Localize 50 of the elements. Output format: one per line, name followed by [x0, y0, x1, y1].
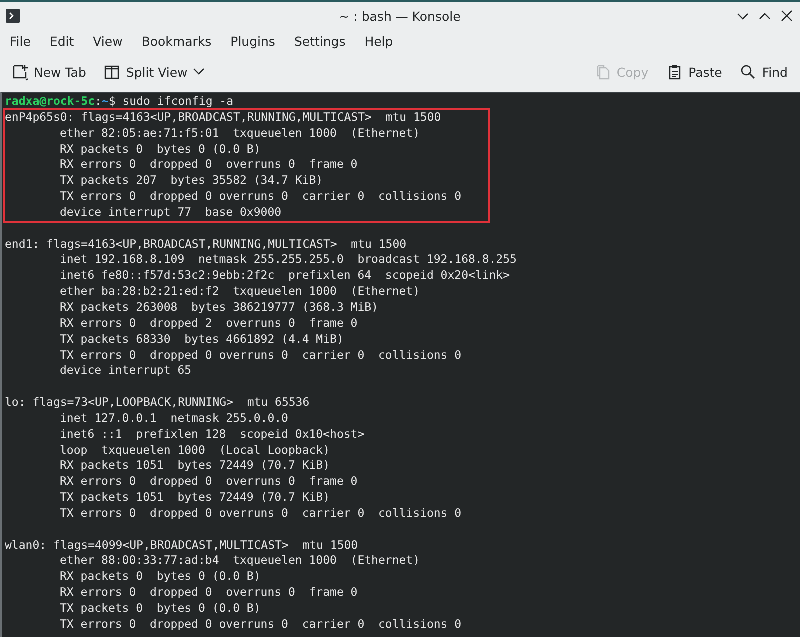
- terminal-line: end1: flags=4163<UP,BROADCAST,RUNNING,MULTICAST> mtu 1500: [5, 236, 407, 252]
- terminal-line: TX errors 0 dropped 0 overruns 0 carrier 0 collisions 0: [59, 506, 462, 522]
- terminal-line: ether 82:05:ae:71:f5:01 txqueuelen 1000 (Ethernet): [59, 126, 420, 142]
- terminal-line: TX packets 68330 bytes 4661892 (4.4 MiB): [59, 332, 344, 348]
- terminal-line: TX errors 0 dropped 0 overruns 0 carrier 0 collisions 0: [59, 189, 462, 205]
- search-icon: [740, 64, 758, 80]
- terminal-icon: [6, 9, 20, 23]
- search-button[interactable]: Find: [736, 60, 792, 84]
- close-button[interactable]: [780, 9, 794, 23]
- terminal-line: inet 192.168.8.109 netmask 255.255.255.0 broadcast 192.168.8.255: [59, 252, 517, 268]
- split-view-icon: [104, 64, 122, 80]
- newtab-button[interactable]: New Tab: [8, 60, 90, 84]
- menu-item[interactable]: Settings: [288, 34, 352, 48]
- terminal-line: inet6 fe80::f57d:53c2:9ebb:2f2c prefixlen 64 scopeid 0x20<link>: [59, 268, 510, 284]
- terminal-line: inet6 ::1 prefixlen 128 scopeid 0x10<host>: [59, 426, 365, 443]
- terminal-line: RX packets 263008 bytes 386219777 (368.3 MiB): [59, 300, 378, 316]
- terminal-line: device interrupt 77 base 0x9000: [59, 204, 282, 221]
- terminal-line: TX packets 0 bytes 0 (0.0 B): [59, 601, 261, 617]
- paste-button[interactable]: Paste: [662, 60, 726, 84]
- menu-item[interactable]: Help: [358, 34, 400, 48]
- split-button[interactable]: Split View: [100, 60, 209, 84]
- menu-item[interactable]: View: [87, 34, 129, 48]
- copy-icon: [594, 64, 612, 80]
- menu-item[interactable]: Plugins: [224, 34, 282, 48]
- terminal-line: RX packets 1051 bytes 72449 (70.7 KiB): [59, 458, 330, 474]
- new-tab-icon: [12, 64, 29, 80]
- terminal-line: RX packets 0 bytes 0 (0.0 B): [59, 142, 261, 158]
- terminal-line: TX errors 0 dropped 0 overruns 0 carrier 0 collisions 0: [59, 616, 462, 633]
- terminal-line: TX packets 207 bytes 35582 (34.7 KiB): [59, 173, 324, 190]
- menu-item[interactable]: Edit: [44, 34, 80, 48]
- terminal-line: RX errors 0 dropped 2 overruns 0 frame 0: [59, 316, 358, 332]
- terminal-line: RX errors 0 dropped 0 overruns 0 frame 0: [59, 474, 358, 490]
- terminal-line: device interrupt 65: [59, 363, 192, 380]
- terminal-line: RX packets 0 bytes 0 (0.0 B): [59, 569, 261, 586]
- window-title: ~ : bash — Konsole: [339, 8, 461, 24]
- terminal-line: RX errors 0 dropped 0 overruns 0 frame 0: [59, 157, 358, 174]
- terminal-line: ether 88:00:33:77:ad:b4 txqueuelen 1000 (Ethernet): [59, 553, 420, 570]
- terminal-line: RX errors 0 dropped 0 overruns 0 frame 0: [59, 585, 358, 601]
- terminal-line: inet 127.0.0.1 netmask 255.0.0.0: [59, 410, 288, 427]
- terminal-line: enP4p65s0: flags=4163<UP,BROADCAST,RUNNING,MULTICAST> mtu 1500: [5, 110, 442, 126]
- menu-item[interactable]: File: [4, 34, 37, 48]
- terminal-line: loop txqueuelen 1000 (Local Loopback): [59, 442, 330, 458]
- terminal-line: lo: flags=73<UP,LOOPBACK,RUNNING> mtu 65536: [5, 395, 310, 411]
- menu-item[interactable]: Bookmarks: [136, 34, 218, 48]
- terminal-line: ether ba:28:b2:21:ed:f2 txqueuelen 1000 (Ethernet): [59, 284, 420, 300]
- terminal-prompt-line: radxa@rock-5c:~$ sudo ifconfig -a: [5, 94, 234, 110]
- terminal-line: TX errors 0 dropped 0 overruns 0 carrier 0 collisions 0: [59, 348, 462, 364]
- caret-icon: [192, 68, 205, 76]
- terminal-line: TX packets 1051 bytes 72449 (70.7 KiB): [59, 490, 330, 506]
- terminal-line: wlan0: flags=4099<UP,BROADCAST,MULTICAST> mtu 1500: [5, 538, 358, 554]
